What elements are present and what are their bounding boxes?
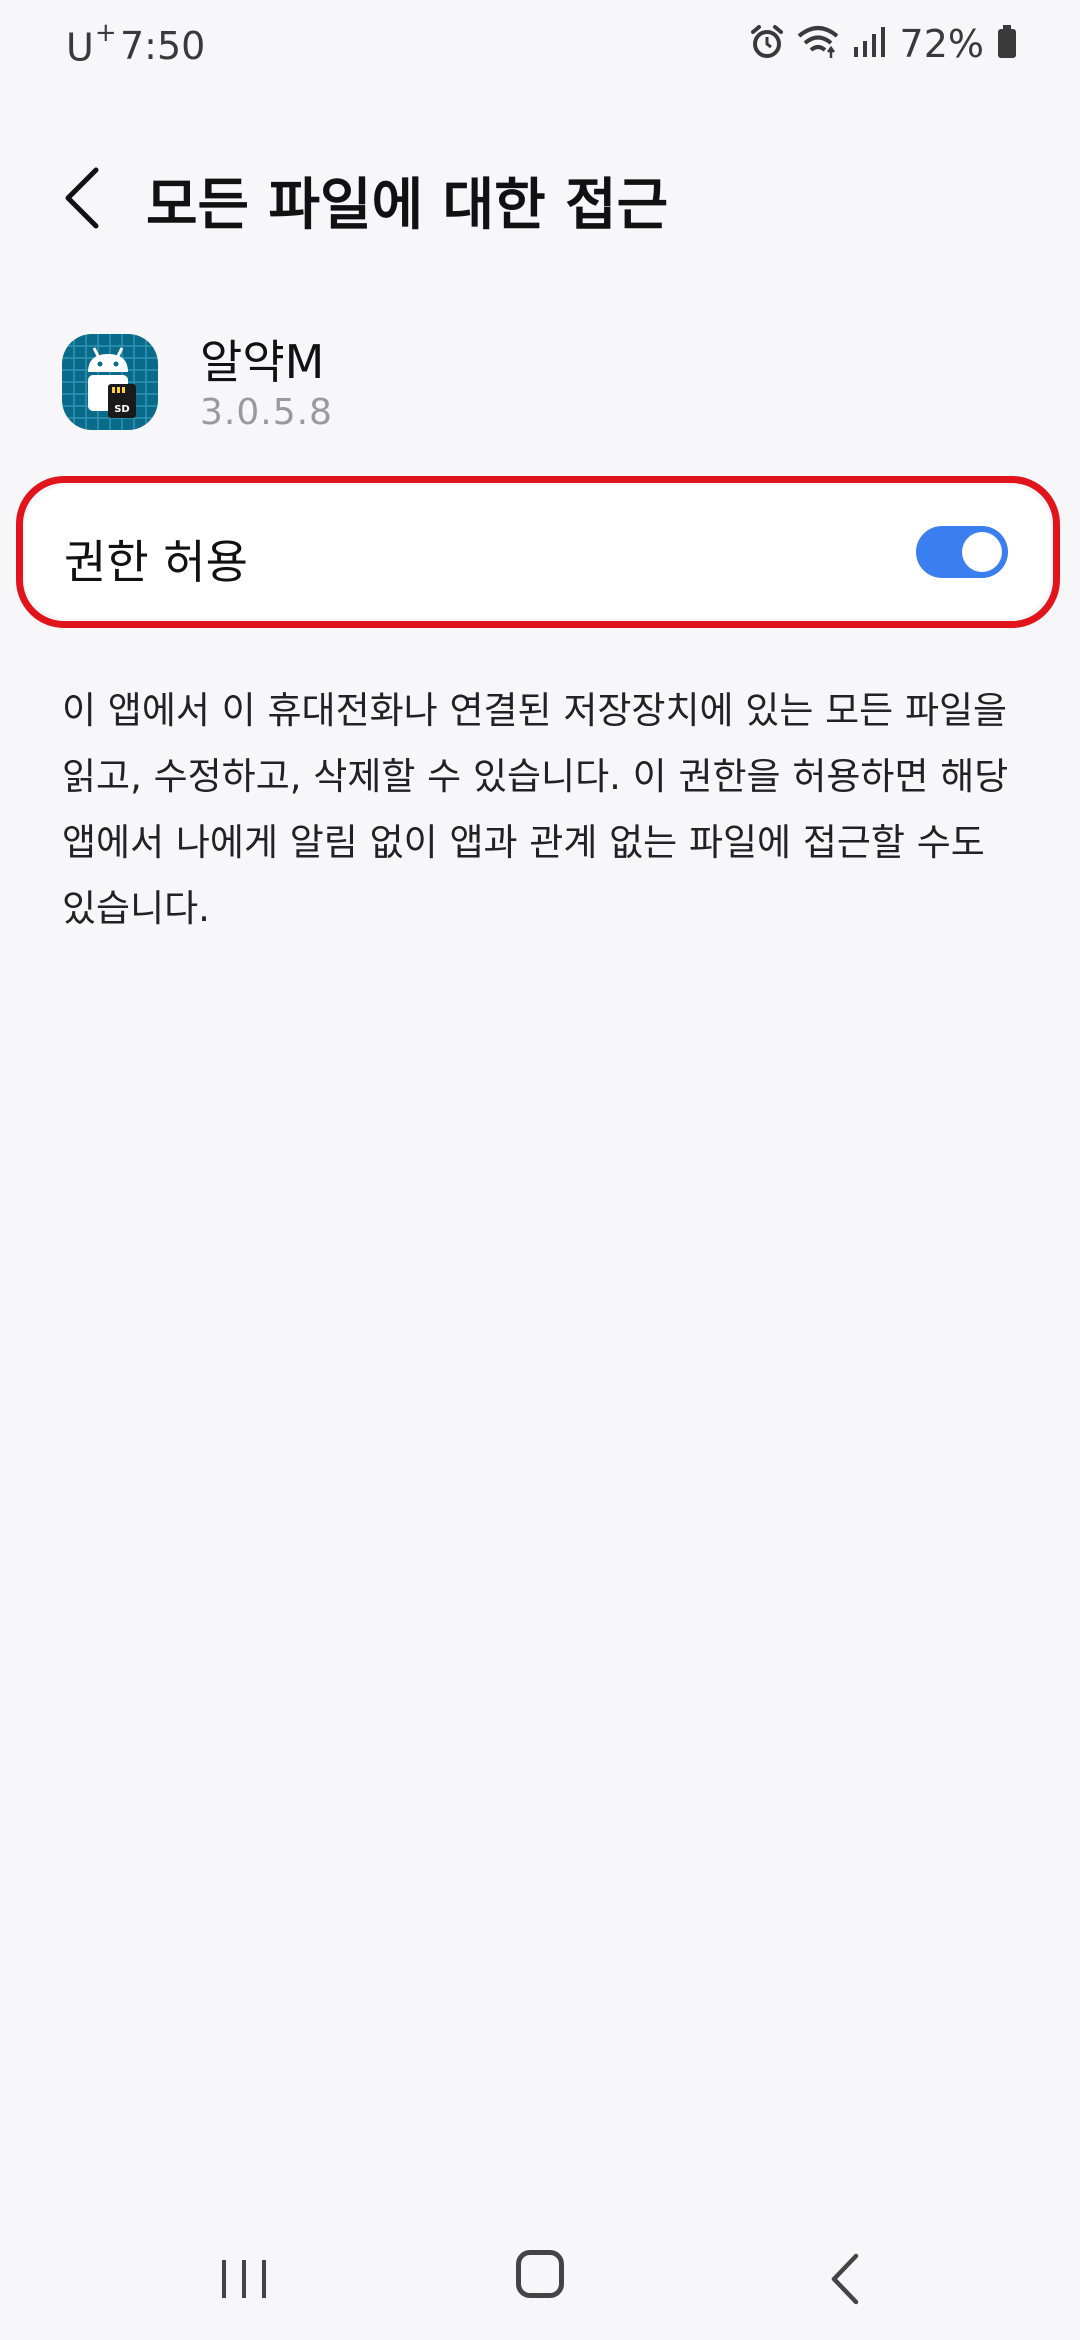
carrier-label: U+ <box>66 18 118 70</box>
alarm-icon <box>750 24 784 64</box>
back-icon <box>831 2253 859 2305</box>
battery-percent: 72% <box>899 22 984 66</box>
battery-icon <box>996 24 1018 64</box>
sd-badge: SD <box>114 404 130 415</box>
app-name: 알약M <box>200 335 325 389</box>
navigation-bar <box>0 2220 1080 2340</box>
status-time: 7:50 <box>120 24 206 68</box>
chevron-left-icon <box>65 167 99 229</box>
permission-description: 이 앱에서 이 휴대전화나 연결된 저장장치에 있는 모든 파일을 읽고, 수정… <box>62 689 1009 930</box>
home-button[interactable] <box>516 2250 564 2298</box>
app-icon: SD <box>62 334 158 430</box>
recent-apps-icon <box>222 2260 266 2298</box>
status-bar: U+ 7:50 72% <box>0 0 1080 96</box>
signal-icon <box>852 25 888 63</box>
recent-apps-button[interactable] <box>214 2254 274 2304</box>
permission-label: 권한 허용 <box>64 535 248 589</box>
permission-toggle-row[interactable]: 권한 허용 <box>26 486 1050 618</box>
status-icons: 72% <box>738 22 1018 66</box>
allow-permission-toggle[interactable] <box>916 526 1008 578</box>
app-version: 3.0.5.8 <box>200 392 333 433</box>
back-button[interactable] <box>58 162 106 234</box>
toggle-knob <box>962 532 1002 572</box>
nav-back-button[interactable] <box>826 2248 866 2310</box>
wifi-icon <box>796 24 840 64</box>
page-title: 모든 파일에 대한 접근 <box>146 173 669 238</box>
android-sd-card-icon: SD <box>62 334 158 430</box>
screen: U+ 7:50 72% 모든 파일에 대한 접근 SD 알약M 3.0.5.8 … <box>0 0 1080 2340</box>
